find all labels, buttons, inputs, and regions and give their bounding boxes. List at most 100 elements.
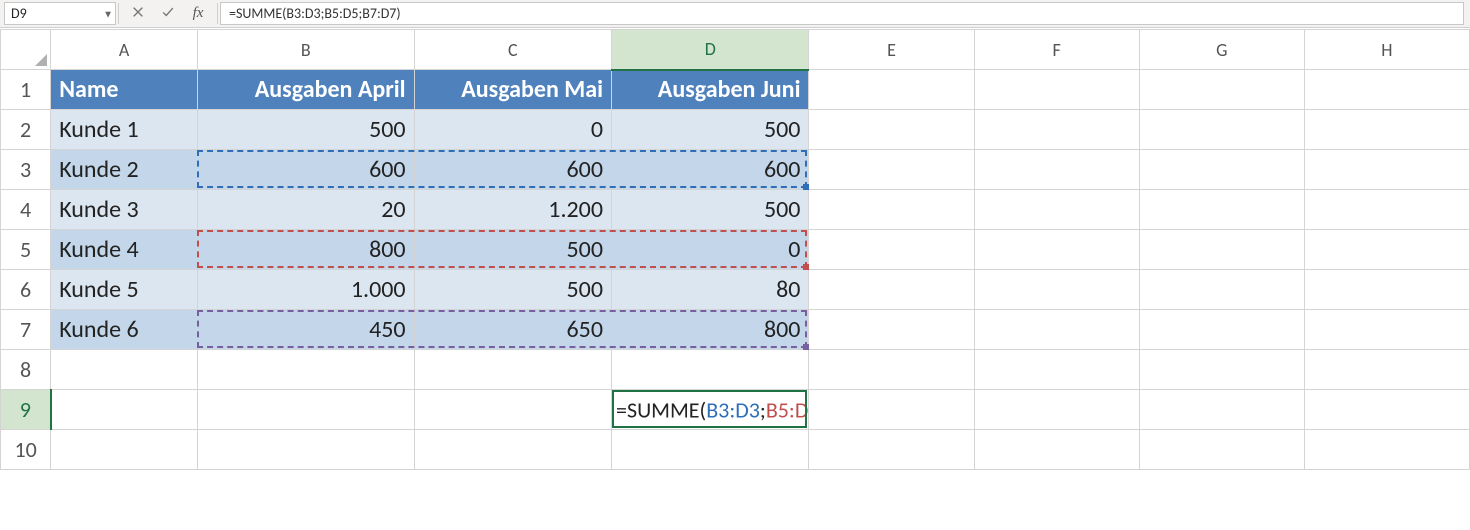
cell-F6[interactable] (974, 270, 1139, 310)
cell-C10[interactable] (414, 430, 611, 470)
cell-B6[interactable]: 1.000 (197, 270, 414, 310)
cell-D2[interactable]: 500 (612, 110, 809, 150)
cell-H5[interactable] (1304, 230, 1469, 270)
cell-E8[interactable] (809, 350, 974, 390)
cell-C7[interactable]: 650 (414, 310, 611, 350)
cell-E1[interactable] (809, 70, 974, 110)
column-header-B[interactable]: B (197, 30, 414, 70)
cell-E5[interactable] (809, 230, 974, 270)
cell-C4[interactable]: 1.200 (414, 190, 611, 230)
name-box[interactable]: D9 ▼ (4, 2, 116, 25)
column-header-D[interactable]: D (612, 30, 809, 70)
cell-E9[interactable] (809, 390, 974, 430)
cell-A3[interactable]: Kunde 2 (51, 150, 198, 190)
cell-C9[interactable] (414, 390, 611, 430)
row-header-10[interactable]: 10 (1, 430, 51, 470)
row-header-4[interactable]: 4 (1, 190, 51, 230)
row-header-9[interactable]: 9 (1, 390, 51, 430)
cell-B3[interactable]: 600 (197, 150, 414, 190)
cell-E4[interactable] (809, 190, 974, 230)
cell-D10[interactable] (612, 430, 809, 470)
insert-function-button[interactable]: fx (183, 3, 213, 25)
cell-A1[interactable]: Name (51, 70, 198, 110)
cell-E3[interactable] (809, 150, 974, 190)
cell-F9[interactable] (974, 390, 1139, 430)
cell-G2[interactable] (1139, 110, 1304, 150)
row-header-3[interactable]: 3 (1, 150, 51, 190)
cell-A8[interactable] (51, 350, 198, 390)
cell-D9[interactable]: =SUMME(B3:D3;B5:D5;B7:D7) (612, 390, 809, 430)
cell-B2[interactable]: 500 (197, 110, 414, 150)
cell-A10[interactable] (51, 430, 198, 470)
cell-H1[interactable] (1304, 70, 1469, 110)
row-header-8[interactable]: 8 (1, 350, 51, 390)
cell-C2[interactable]: 0 (414, 110, 611, 150)
enter-button[interactable] (153, 3, 183, 25)
cell-G1[interactable] (1139, 70, 1304, 110)
cell-H6[interactable] (1304, 270, 1469, 310)
cell-B8[interactable] (197, 350, 414, 390)
cell-D6[interactable]: 80 (612, 270, 809, 310)
cell-F10[interactable] (974, 430, 1139, 470)
cell-D7[interactable]: 800 (612, 310, 809, 350)
cell-D8[interactable] (612, 350, 809, 390)
cell-A7[interactable]: Kunde 6 (51, 310, 198, 350)
cell-B7[interactable]: 450 (197, 310, 414, 350)
cell-A2[interactable]: Kunde 1 (51, 110, 198, 150)
cell-B10[interactable] (197, 430, 414, 470)
cell-D1[interactable]: Ausgaben Juni (612, 70, 809, 110)
cell-D4[interactable]: 500 (612, 190, 809, 230)
row-header-7[interactable]: 7 (1, 310, 51, 350)
worksheet[interactable]: ABCDEFGH1NameAusgaben AprilAusgaben MaiA… (0, 28, 1470, 470)
cell-H9[interactable] (1304, 390, 1469, 430)
cell-A9[interactable] (51, 390, 198, 430)
column-header-F[interactable]: F (974, 30, 1139, 70)
column-header-H[interactable]: H (1304, 30, 1469, 70)
cell-C6[interactable]: 500 (414, 270, 611, 310)
cell-A6[interactable]: Kunde 5 (51, 270, 198, 310)
row-header-2[interactable]: 2 (1, 110, 51, 150)
cell-F7[interactable] (974, 310, 1139, 350)
cell-C8[interactable] (414, 350, 611, 390)
cell-B5[interactable]: 800 (197, 230, 414, 270)
cell-H2[interactable] (1304, 110, 1469, 150)
row-header-6[interactable]: 6 (1, 270, 51, 310)
cell-D3[interactable]: 600 (612, 150, 809, 190)
cell-B9[interactable] (197, 390, 414, 430)
cell-G5[interactable] (1139, 230, 1304, 270)
cell-E2[interactable] (809, 110, 974, 150)
row-header-5[interactable]: 5 (1, 230, 51, 270)
cell-C3[interactable]: 600 (414, 150, 611, 190)
select-all-corner[interactable] (1, 30, 51, 70)
cell-G9[interactable] (1139, 390, 1304, 430)
column-header-A[interactable]: A (51, 30, 198, 70)
cell-G4[interactable] (1139, 190, 1304, 230)
cell-B1[interactable]: Ausgaben April (197, 70, 414, 110)
cell-H7[interactable] (1304, 310, 1469, 350)
cell-F2[interactable] (974, 110, 1139, 150)
cell-H10[interactable] (1304, 430, 1469, 470)
column-header-G[interactable]: G (1139, 30, 1304, 70)
cell-C5[interactable]: 500 (414, 230, 611, 270)
cell-E10[interactable] (809, 430, 974, 470)
column-header-E[interactable]: E (809, 30, 974, 70)
cell-F4[interactable] (974, 190, 1139, 230)
cell-F3[interactable] (974, 150, 1139, 190)
cell-F1[interactable] (974, 70, 1139, 110)
cell-B4[interactable]: 20 (197, 190, 414, 230)
cell-E6[interactable] (809, 270, 974, 310)
cell-G8[interactable] (1139, 350, 1304, 390)
cell-E7[interactable] (809, 310, 974, 350)
cell-A5[interactable]: Kunde 4 (51, 230, 198, 270)
cell-G6[interactable] (1139, 270, 1304, 310)
cell-A4[interactable]: Kunde 3 (51, 190, 198, 230)
cell-D5[interactable]: 0 (612, 230, 809, 270)
cancel-button[interactable] (123, 3, 153, 25)
row-header-1[interactable]: 1 (1, 70, 51, 110)
cell-G3[interactable] (1139, 150, 1304, 190)
cell-H3[interactable] (1304, 150, 1469, 190)
cell-G10[interactable] (1139, 430, 1304, 470)
cell-G7[interactable] (1139, 310, 1304, 350)
cell-H8[interactable] (1304, 350, 1469, 390)
cell-H4[interactable] (1304, 190, 1469, 230)
